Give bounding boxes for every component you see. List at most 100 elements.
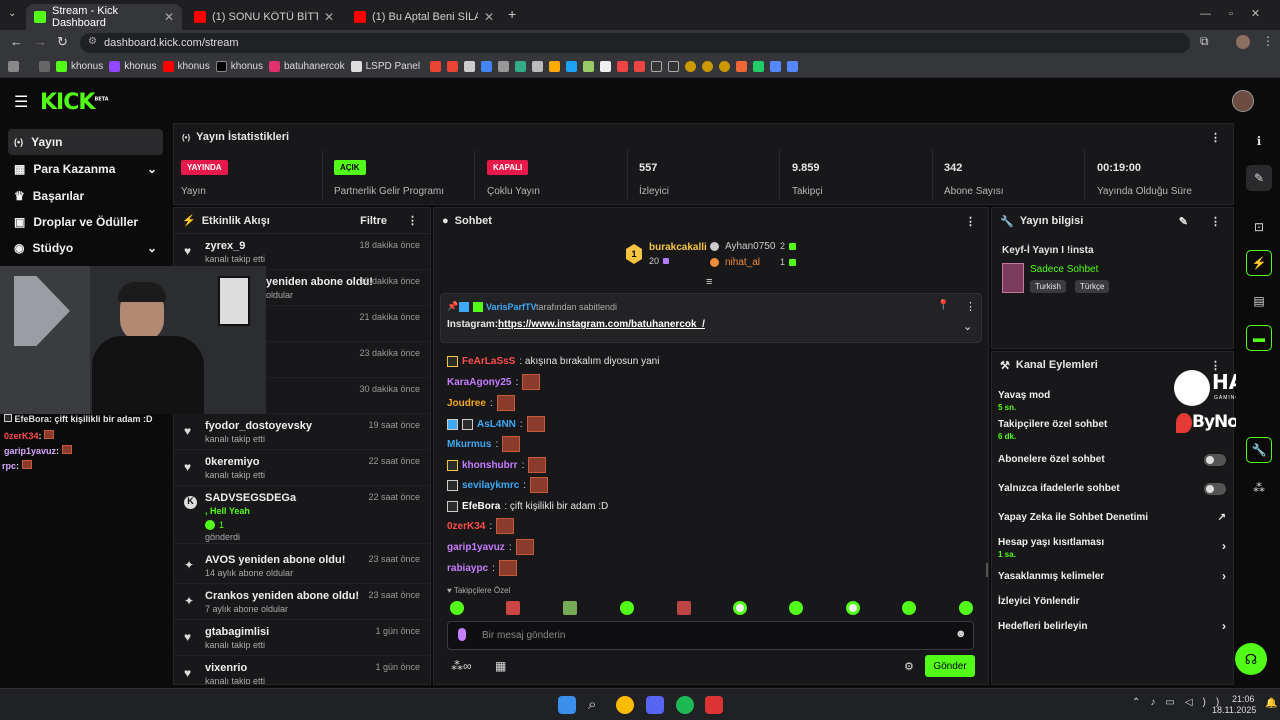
app-icon[interactable] bbox=[705, 696, 723, 714]
send-button[interactable]: Gönder bbox=[925, 655, 975, 677]
wrench-icon[interactable]: 🔧 bbox=[1246, 437, 1272, 463]
bookmark-lspd[interactable]: LSPD Panel bbox=[350, 61, 420, 72]
url-bar[interactable]: ⚙ dashboard.kick.com/stream bbox=[80, 33, 1190, 53]
more-options-icon[interactable]: ⋮ bbox=[407, 214, 418, 227]
site-info-icon[interactable]: ⚙ bbox=[88, 36, 97, 47]
tab-list-icon[interactable]: ⌄ bbox=[8, 8, 16, 19]
action-goals[interactable]: Hedefleri belirleyin › bbox=[998, 619, 1230, 633]
emote-quick[interactable] bbox=[620, 601, 634, 615]
profile-avatar[interactable] bbox=[1236, 35, 1250, 49]
bookmark-icon[interactable] bbox=[481, 61, 493, 72]
close-tab-icon[interactable]: ✕ bbox=[164, 10, 174, 24]
subscribers-only-toggle[interactable] bbox=[1204, 454, 1226, 466]
close-tab-icon[interactable]: ✕ bbox=[324, 10, 334, 24]
action-raid[interactable]: İzleyici Yönlendir bbox=[998, 596, 1230, 607]
chat-user[interactable]: sevilaykmrc bbox=[462, 480, 519, 491]
edit-icon[interactable]: ✎ bbox=[1179, 215, 1188, 228]
windows-start-icon[interactable] bbox=[558, 696, 576, 714]
browser-menu-icon[interactable]: ⋮ bbox=[1262, 34, 1274, 48]
chat-user[interactable]: Mkurmus bbox=[447, 439, 491, 450]
new-tab-icon[interactable]: + bbox=[508, 6, 516, 22]
more-options-icon[interactable]: ⋮ bbox=[965, 300, 976, 313]
bookmark-icon[interactable] bbox=[719, 61, 731, 72]
top-gifter-name[interactable]: nihat_al bbox=[725, 257, 760, 268]
emote-quick[interactable] bbox=[506, 601, 520, 615]
folder-icon[interactable] bbox=[39, 61, 50, 72]
bookmark-icon[interactable] bbox=[685, 61, 697, 72]
sidebar-item-yayin[interactable]: (•) Yayın bbox=[8, 129, 163, 155]
sidebar-item-studyo[interactable]: ◉ Stüdyo ⌄ bbox=[8, 235, 163, 261]
emote-quick[interactable] bbox=[450, 601, 464, 615]
chat-user[interactable]: AsL4NN bbox=[477, 419, 516, 430]
emote-quick[interactable] bbox=[563, 601, 577, 615]
chat-user[interactable]: EfeBora bbox=[462, 501, 500, 512]
more-options-icon[interactable]: ⋮ bbox=[1210, 215, 1221, 228]
gmail-icon[interactable] bbox=[430, 61, 442, 72]
emote-quick[interactable] bbox=[959, 601, 973, 615]
gmail-icon[interactable] bbox=[447, 61, 459, 72]
reload-icon[interactable]: ↻ bbox=[57, 34, 68, 50]
screenshot-icon[interactable]: ⊡ bbox=[1246, 214, 1272, 240]
emote-quick[interactable] bbox=[677, 601, 691, 615]
action-ai-moderation[interactable]: Yapay Zeka ile Sohbet Denetimi ↗ bbox=[998, 512, 1230, 523]
bookmark-icon[interactable] bbox=[583, 61, 595, 72]
bookmark-icon[interactable] bbox=[498, 61, 510, 72]
bookmark-icon[interactable] bbox=[566, 61, 578, 72]
bookmark-icon[interactable] bbox=[770, 61, 782, 72]
collapse-icon[interactable]: ≡ bbox=[706, 276, 712, 288]
chat-features-icon[interactable]: ⁂∞ bbox=[451, 659, 472, 673]
emoji-icon[interactable]: ☻ bbox=[955, 628, 967, 640]
bookmark-icon[interactable] bbox=[515, 61, 527, 72]
tab-youtube-2[interactable]: (1) Bu Aptal Beni SİLAHLA GAS ✕ bbox=[346, 4, 502, 30]
chat-user[interactable]: KaraAgony25 bbox=[447, 377, 511, 388]
bookmark-khonus-twitch[interactable]: khonus bbox=[109, 61, 157, 72]
spotify-icon[interactable] bbox=[676, 696, 694, 714]
emote-quick[interactable] bbox=[902, 601, 916, 615]
emote-quick[interactable] bbox=[846, 601, 860, 615]
lightning-icon[interactable]: ⚡ bbox=[1246, 250, 1272, 276]
bookmark-khonus-kick[interactable]: khonus bbox=[56, 61, 103, 72]
forward-icon[interactable]: → bbox=[34, 34, 47, 49]
pinned-by-user[interactable]: VarisParfTV bbox=[486, 302, 537, 312]
bookmark-icon[interactable] bbox=[464, 61, 476, 72]
document-icon[interactable]: ▤ bbox=[1246, 288, 1272, 314]
apps-icon[interactable]: ⁂ bbox=[1246, 475, 1272, 501]
apps-icon[interactable] bbox=[8, 61, 19, 72]
emotes-only-toggle[interactable] bbox=[1204, 483, 1226, 495]
bookmark-icon[interactable] bbox=[600, 61, 612, 72]
more-options-icon[interactable]: ⋮ bbox=[965, 215, 976, 228]
tab-youtube-1[interactable]: (1) SONU KÖTÜ BİTTİ: Türkiye' ✕ bbox=[186, 4, 342, 30]
notifications-icon[interactable]: 🔔 bbox=[1265, 698, 1277, 709]
support-headset-icon[interactable]: ☊ bbox=[1235, 643, 1267, 675]
category-name[interactable]: Sadece Sohbet bbox=[1030, 264, 1098, 275]
pinned-link[interactable]: https://www.instagram.com/batuhanercok_/ bbox=[498, 319, 705, 330]
back-icon[interactable]: ← bbox=[10, 34, 23, 49]
bookmark-icon[interactable] bbox=[702, 61, 714, 72]
bookmark-icon[interactable] bbox=[753, 61, 765, 72]
chat-user[interactable]: rabiaypc bbox=[447, 563, 488, 574]
chrome-icon[interactable] bbox=[616, 696, 634, 714]
discord-icon[interactable] bbox=[646, 696, 664, 714]
bookmark-khonus-x[interactable]: khonus bbox=[215, 61, 263, 72]
search-icon[interactable]: ⌕ bbox=[588, 696, 606, 714]
sidebar-item-para-kazanma[interactable]: ▦ Para Kazanma ⌄ bbox=[8, 156, 163, 182]
chat-bubble-icon[interactable]: ▬ bbox=[1246, 325, 1272, 351]
top-gifter-name[interactable]: Ayhan0750 bbox=[725, 241, 775, 252]
tab-kick-dashboard[interactable]: Stream - Kick Dashboard ✕ bbox=[26, 4, 182, 30]
hamburger-menu-icon[interactable]: ☰ bbox=[14, 92, 28, 112]
emote-quick[interactable] bbox=[789, 601, 803, 615]
bookmark-icon[interactable] bbox=[668, 61, 680, 72]
chat-user[interactable]: garip1yavuz bbox=[447, 542, 505, 553]
chat-user[interactable]: 0zerK34 bbox=[447, 521, 485, 532]
extensions-icon[interactable]: ⧉ bbox=[1200, 34, 1209, 49]
chevron-down-icon[interactable]: ⌄ bbox=[963, 320, 972, 333]
bookmark-icon[interactable] bbox=[617, 61, 629, 72]
microphone-icon[interactable] bbox=[458, 628, 466, 641]
window-controls[interactable]: —▫✕ bbox=[1200, 7, 1278, 20]
bookmark-icon[interactable] bbox=[736, 61, 748, 72]
bookmark-icon[interactable] bbox=[634, 61, 646, 72]
bookmark-instagram[interactable]: batuhanercok bbox=[269, 61, 345, 72]
bookmark-khonus-youtube[interactable]: khonus bbox=[162, 61, 210, 72]
action-account-age[interactable]: Hesap yaşı kısıtlaması 1 sa. › bbox=[998, 537, 1230, 559]
more-options-icon[interactable]: ⋮ bbox=[1210, 131, 1221, 144]
